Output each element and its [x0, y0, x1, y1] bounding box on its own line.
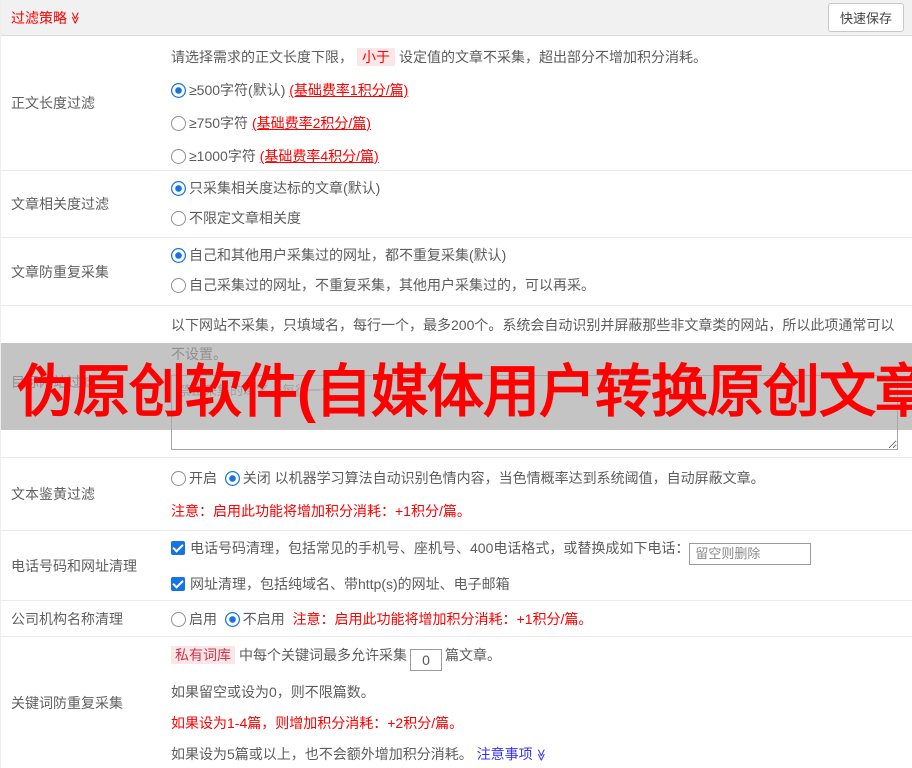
section-label: 文章防重复采集: [1, 238, 171, 305]
section-label: 目标网站过滤: [1, 306, 171, 457]
length-intro-pre: 请选择需求的正文长度下限，: [171, 49, 353, 65]
porn-option-off-label: 关闭: [243, 470, 271, 486]
radio-icon[interactable]: [171, 149, 186, 164]
keyword-note-cost: 如果设为1-4篇，则增加积分消耗：+2积分/篇。: [171, 713, 902, 733]
length-intro-highlight: 小于: [357, 48, 395, 66]
length-option-500-label: ≥500字符(默认): [189, 82, 285, 98]
keyword-note-five: 如果设为5篇或以上，也不会额外增加积分消耗。 注意事项≫: [171, 744, 902, 765]
radio-icon[interactable]: [171, 248, 186, 263]
relevance-option-strict[interactable]: 只采集相关度达标的文章(默认): [171, 178, 902, 198]
phone-cleanup-option[interactable]: 电话号码清理，包括常见的手机号、座机号、400电话格式，或替换成如下电话：: [171, 538, 902, 565]
quick-save-button[interactable]: 快速保存: [828, 3, 904, 32]
section-company-cleanup: 公司机构名称清理 启用 不启用 注意：启用此功能将增加积分消耗：+1积分/篇。: [1, 601, 912, 637]
company-option-off[interactable]: 不启用: [225, 609, 285, 629]
radio-icon[interactable]: [171, 612, 186, 627]
dedupe-option-self-label: 自己采集过的网址，不重复采集，其他用户采集过的，可以再采。: [189, 277, 595, 293]
section-dedupe-collection: 文章防重复采集 自己和其他用户采集过的网址，都不重复采集(默认) 自己采集过的网…: [1, 238, 912, 306]
porn-option-off[interactable]: 关闭: [225, 470, 271, 486]
dedupe-option-self[interactable]: 自己采集过的网址，不重复采集，其他用户采集过的，可以再采。: [171, 275, 902, 295]
dedupe-option-global[interactable]: 自己和其他用户采集过的网址，都不重复采集(默认): [171, 245, 902, 265]
length-option-750[interactable]: ≥750字符 (基础费率2积分/篇): [171, 113, 902, 133]
replacement-phone-input[interactable]: [689, 543, 811, 565]
keyword-note-zero: 如果留空或设为0，则不限篇数。: [171, 682, 902, 702]
section-label: 文章相关度过滤: [1, 171, 171, 237]
length-option-750-fee: (基础费率2积分/篇): [252, 115, 371, 131]
length-option-1000-label: ≥1000字符: [189, 148, 256, 164]
radio-icon[interactable]: [225, 612, 240, 627]
section-content: 私有词库中每个关键词最多允许采集 篇文章。 如果留空或设为0，则不限篇数。 如果设…: [171, 637, 912, 768]
site-filter-intro: 以下网站不采集，只填域名，每行一个，最多200个。系统会自动识别并屏蔽那些非文章…: [171, 306, 902, 369]
radio-icon[interactable]: [171, 83, 186, 98]
radio-icon[interactable]: [171, 116, 186, 131]
relevance-option-any[interactable]: 不限定文章相关度: [171, 208, 902, 228]
porn-filter-desc: 以机器学习算法自动识别色情内容，当色情概率达到系统阈值，自动屏蔽文章。: [275, 470, 765, 486]
section-label: 电话号码和网址清理: [1, 531, 171, 600]
keyword-count-input[interactable]: [410, 649, 442, 671]
radio-icon[interactable]: [171, 181, 186, 196]
section-porn-filter: 文本鉴黄过滤 开启 关闭 以机器学习算法自动识别色情内容，当色情概率达到系统阈值…: [1, 458, 912, 531]
section-target-site-filter: 目标网站过滤 以下网站不采集，只填域名，每行一个，最多200个。系统会自动识别并…: [1, 306, 912, 458]
section-keyword-dedupe: 关键词防重复采集 私有词库中每个关键词最多允许采集 篇文章。 如果留空或设为0，则…: [1, 637, 912, 768]
notes-link[interactable]: 注意事项: [477, 746, 533, 762]
page-title[interactable]: 过滤策略: [11, 8, 67, 28]
collapse-chevron-icon[interactable]: ≫: [68, 11, 82, 24]
url-cleanup-option[interactable]: 网址清理，包括纯域名、带http(s)的网址、电子邮箱: [171, 574, 902, 594]
porn-filter-options: 开启 关闭 以机器学习算法自动识别色情内容，当色情概率达到系统阈值，自动屏蔽文章…: [171, 468, 902, 488]
length-intro: 请选择需求的正文长度下限，小于设定值的文章不采集，超出部分不增加积分消耗。: [171, 47, 902, 67]
length-intro-post: 设定值的文章不采集，超出部分不增加积分消耗。: [399, 49, 707, 65]
length-option-750-label: ≥750字符: [189, 115, 248, 131]
section-content-length-filter: 正文长度过滤 请选择需求的正文长度下限，小于设定值的文章不采集，超出部分不增加积…: [1, 36, 912, 171]
section-label: 文本鉴黄过滤: [1, 458, 171, 530]
radio-icon[interactable]: [171, 471, 186, 486]
section-content: 开启 关闭 以机器学习算法自动识别色情内容，当色情概率达到系统阈值，自动屏蔽文章…: [171, 458, 912, 530]
checkbox-icon[interactable]: [171, 541, 185, 555]
keyword-limit-suffix: 篇文章。: [445, 647, 501, 663]
section-content: 启用 不启用 注意：启用此功能将增加积分消耗：+1积分/篇。: [171, 601, 912, 636]
keyword-limit-text: 中每个关键词最多允许采集: [239, 647, 407, 663]
company-option-off-label: 不启用: [243, 611, 285, 627]
length-option-500[interactable]: ≥500字符(默认) (基础费率1积分/篇): [171, 80, 902, 100]
porn-option-on-label: 开启: [189, 470, 217, 486]
blocked-domains-textarea[interactable]: [171, 375, 898, 450]
filter-strategy-page: 过滤策略 ≫ 快速保存 正文长度过滤 请选择需求的正文长度下限，小于设定值的文章…: [0, 0, 912, 768]
section-relevance-filter: 文章相关度过滤 只采集相关度达标的文章(默认) 不限定文章相关度: [1, 171, 912, 238]
section-content: 只采集相关度达标的文章(默认) 不限定文章相关度: [171, 171, 912, 237]
top-bar: 过滤策略 ≫ 快速保存: [1, 0, 912, 36]
company-cleanup-note: 注意：启用此功能将增加积分消耗：+1积分/篇。: [293, 609, 593, 629]
radio-icon[interactable]: [225, 471, 240, 486]
section-phone-url-cleanup: 电话号码和网址清理 电话号码清理，包括常见的手机号、座机号、400电话格式，或替…: [1, 531, 912, 601]
radio-icon[interactable]: [171, 211, 186, 226]
section-content: 请选择需求的正文长度下限，小于设定值的文章不采集，超出部分不增加积分消耗。 ≥5…: [171, 36, 912, 170]
url-cleanup-label: 网址清理，包括纯域名、带http(s)的网址、电子邮箱: [190, 576, 510, 592]
radio-icon[interactable]: [171, 278, 186, 293]
dedupe-option-global-label: 自己和其他用户采集过的网址，都不重复采集(默认): [189, 247, 506, 263]
section-label: 关键词防重复采集: [1, 637, 171, 768]
notes-chevron-icon[interactable]: ≫: [531, 749, 551, 762]
relevance-option-any-label: 不限定文章相关度: [189, 210, 301, 226]
keyword-limit-line: 私有词库中每个关键词最多允许采集 篇文章。: [171, 645, 902, 671]
section-content: 以下网站不采集，只填域名，每行一个，最多200个。系统会自动识别并屏蔽那些非文章…: [171, 306, 912, 457]
section-content: 电话号码清理，包括常见的手机号、座机号、400电话格式，或替换成如下电话： 网址…: [171, 531, 912, 600]
porn-filter-note: 注意：启用此功能将增加积分消耗：+1积分/篇。: [171, 501, 902, 521]
section-label: 正文长度过滤: [1, 36, 171, 170]
relevance-option-strict-label: 只采集相关度达标的文章(默认): [189, 180, 380, 196]
porn-option-on[interactable]: 开启: [171, 470, 217, 486]
private-lexicon-badge: 私有词库: [171, 646, 235, 664]
company-option-on[interactable]: 启用: [171, 609, 217, 629]
section-label: 公司机构名称清理: [1, 601, 171, 636]
length-option-1000[interactable]: ≥1000字符 (基础费率4积分/篇): [171, 146, 902, 166]
keyword-note-five-text: 如果设为5篇或以上，也不会额外增加积分消耗。: [171, 746, 473, 762]
phone-cleanup-label: 电话号码清理，包括常见的手机号、座机号、400电话格式，或替换成如下电话：: [190, 540, 689, 556]
company-option-on-label: 启用: [189, 611, 217, 627]
length-option-1000-fee: (基础费率4积分/篇): [260, 148, 379, 164]
checkbox-icon[interactable]: [171, 577, 185, 591]
length-option-500-fee: (基础费率1积分/篇): [289, 82, 408, 98]
section-content: 自己和其他用户采集过的网址，都不重复采集(默认) 自己采集过的网址，不重复采集，…: [171, 238, 912, 305]
